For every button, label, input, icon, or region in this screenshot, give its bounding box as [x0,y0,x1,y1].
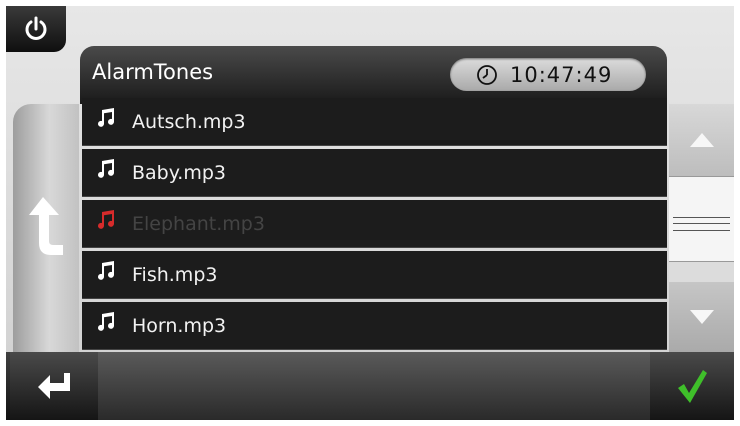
checkmark-icon [678,370,707,403]
list-item[interactable]: Autsch.mp3 [82,98,667,146]
music-note-icon [98,210,114,229]
confirm-button[interactable] [650,352,734,420]
list-item-label: Horn.mp3 [132,315,227,337]
scroll-thumb[interactable] [669,176,734,262]
list-item-selected[interactable]: Elephant.mp3 [82,200,667,248]
return-arrow-icon [38,373,70,399]
clock-icon [477,64,497,85]
list-item-label: Autsch.mp3 [132,111,246,133]
clock-time: 10:47:49 [510,62,613,87]
scrollbar[interactable] [669,104,734,352]
music-note-icon [98,261,114,280]
list-item-label: Fish.mp3 [132,264,218,286]
power-icon [25,16,47,40]
power-button[interactable] [6,6,66,52]
alarm-tones-screen: AlarmTones 10:47:49 Autsch.mp3 Baby.mp3 [6,6,734,420]
header-bar: AlarmTones 10:47:49 [80,46,667,104]
music-note-icon [98,159,114,178]
music-note-icon [98,108,114,127]
list-item[interactable]: Horn.mp3 [82,302,667,350]
page-title: AlarmTones [92,60,214,84]
bottom-bar [6,352,734,420]
scroll-up-button[interactable] [669,104,734,176]
back-arrow-icon [29,197,63,255]
grip-icon [673,217,730,231]
clock-display: 10:47:49 [450,58,646,91]
list-item[interactable]: Fish.mp3 [82,251,667,299]
music-note-icon [98,312,114,331]
back-button[interactable] [13,104,79,352]
alarm-tone-list: Autsch.mp3 Baby.mp3 Elephant.mp3 Fish.mp… [82,98,667,350]
list-item-label: Baby.mp3 [132,162,226,184]
list-item-label: Elephant.mp3 [132,213,265,235]
return-button[interactable] [10,352,98,420]
arrow-down-icon [689,310,714,324]
scroll-down-button[interactable] [669,282,734,352]
bottom-bar-spacer [98,352,650,420]
arrow-up-icon [689,133,714,147]
list-item[interactable]: Baby.mp3 [82,149,667,197]
